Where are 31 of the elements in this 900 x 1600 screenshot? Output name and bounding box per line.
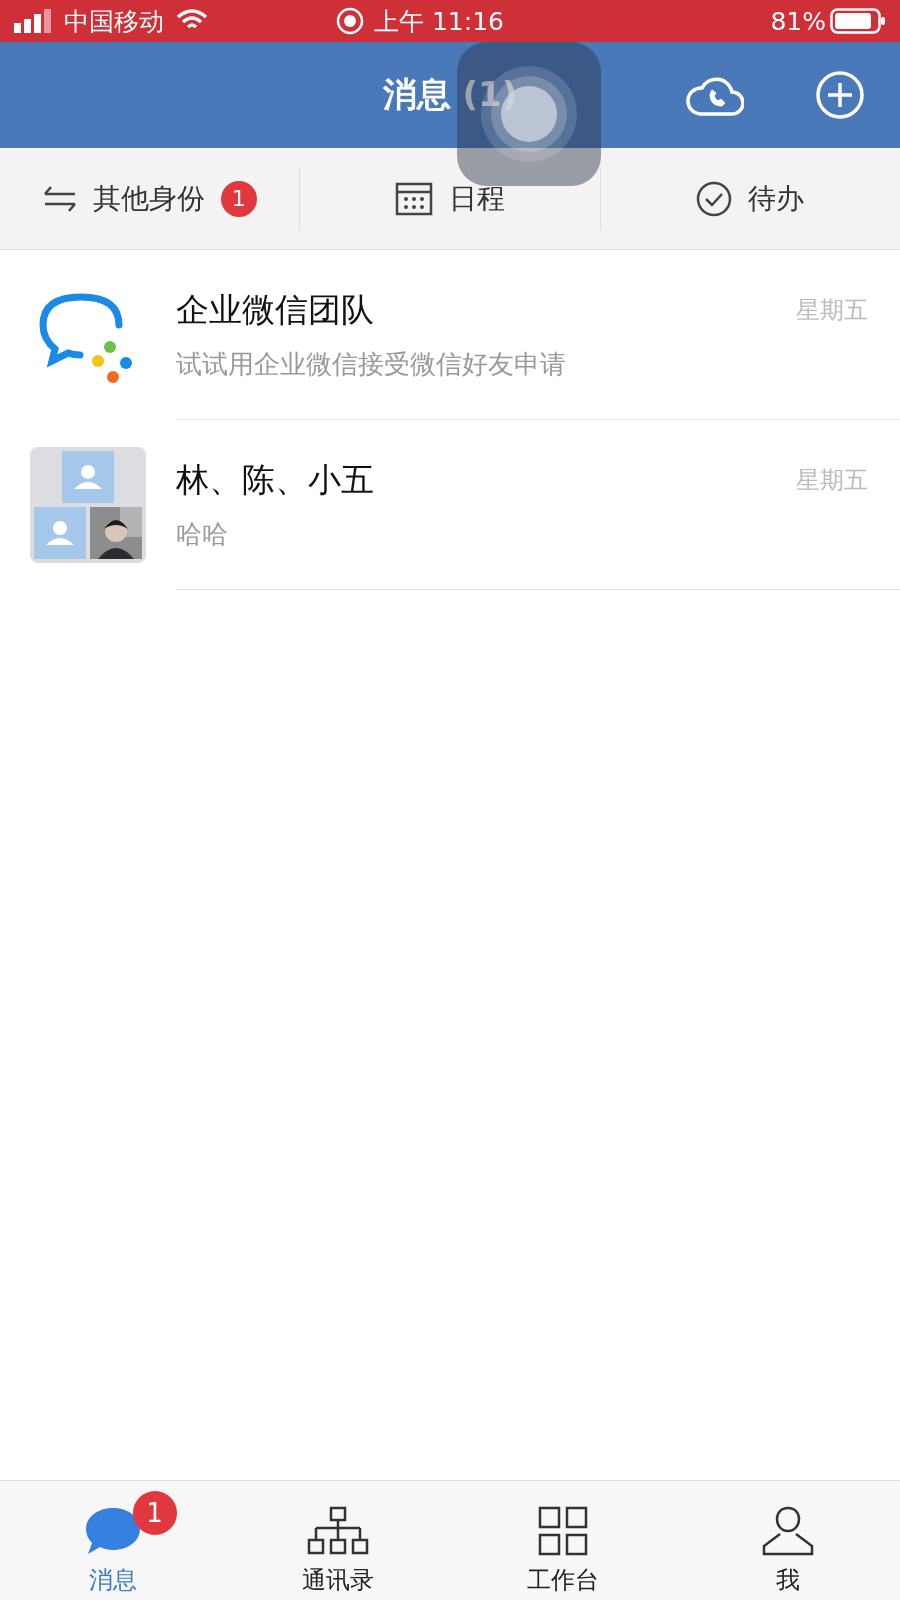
person-avatar-icon (34, 507, 86, 559)
battery-percent: 81% (770, 6, 826, 36)
calendar-icon (395, 181, 433, 216)
chat-preview: 哈哈 (176, 517, 229, 551)
count-badge: 1 (220, 180, 257, 217)
chat-bubble-icon[interactable] (83, 1506, 142, 1556)
quick-action-link[interactable]: 其他身份 (92, 179, 205, 218)
carrier-name: 中国移动 (64, 5, 164, 38)
chat-time: 星期五 (796, 295, 868, 326)
clock-time: 上午 11:16 (374, 5, 504, 38)
signal-icon (14, 9, 54, 33)
chat-name: 企业微信团队 (176, 288, 374, 331)
chat-preview: 试试用企业微信接受微信好友申请 (176, 347, 567, 381)
tab-label[interactable]: 通讯录 (301, 1564, 374, 1596)
page-title: 消息 (1) (382, 73, 518, 116)
switch-arrows-icon (42, 184, 77, 213)
record-icon (336, 7, 364, 35)
person-avatar-icon (62, 451, 114, 503)
org-chart-icon[interactable] (306, 1506, 369, 1556)
chat-time: 星期五 (796, 465, 868, 496)
count-badge: 1 (132, 1491, 177, 1535)
chat-name: 林、陈、小五 (176, 458, 374, 501)
grid-icon[interactable] (537, 1506, 588, 1556)
tab-label[interactable]: 工作台 (526, 1564, 599, 1596)
quick-action-link[interactable]: 待办 (748, 179, 805, 218)
tab-label[interactable]: 消息 (88, 1564, 137, 1596)
quick-action-link[interactable]: 日程 (449, 179, 505, 218)
tab-label[interactable]: 我 (775, 1564, 800, 1596)
battery-icon (830, 8, 886, 34)
check-circle-icon (696, 180, 733, 217)
add-icon[interactable] (815, 70, 865, 120)
